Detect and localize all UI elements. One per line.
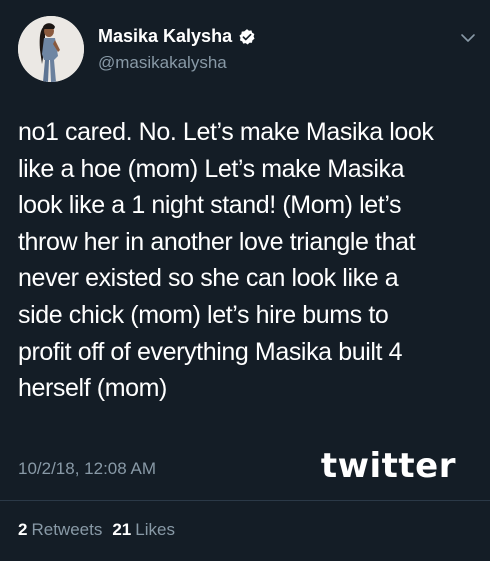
avatar-image (18, 16, 84, 82)
tweet-text-line: herself (mom) (18, 374, 167, 403)
tweet-text-line: profit off of everything Masika built 4 (18, 337, 403, 366)
retweets-label: Retweets (31, 520, 103, 539)
tweet-text: no1 cared. No. Let’s make Masika look li… (18, 114, 480, 407)
chevron-down-icon[interactable] (460, 30, 476, 46)
tweet-text-line: like a hoe (mom) Let’s make Masika (18, 154, 405, 183)
tweet-text-line: look like a 1 night stand! (Mom) let’s (18, 191, 402, 220)
likes-count: 21 (112, 520, 132, 539)
twitter-watermark: twitter (320, 446, 456, 486)
retweets-count: 2 (18, 520, 28, 539)
author-name-row[interactable]: Masika Kalysha (98, 26, 256, 47)
verified-badge-icon (238, 28, 256, 46)
tweet-text-line: never existed so she can look like a (18, 264, 399, 293)
tweet-card: Masika Kalysha @masikakalysha no1 cared.… (0, 0, 490, 561)
likes-stat[interactable]: 21 Likes (112, 520, 175, 540)
tweet-text-line: side chick (mom) let’s hire bums to (18, 300, 389, 329)
tweet-text-line: no1 cared. No. Let’s make Masika look (18, 118, 434, 146)
avatar[interactable] (18, 16, 84, 82)
divider (0, 500, 490, 501)
author-display-name[interactable]: Masika Kalysha (98, 26, 232, 47)
tweet-stats: 2 Retweets 21 Likes (18, 520, 175, 540)
author-handle[interactable]: @masikakalysha (98, 53, 227, 73)
likes-label: Likes (135, 520, 175, 539)
tweet-timestamp[interactable]: 10/2/18, 12:08 AM (18, 459, 156, 479)
tweet-text-line: throw her in another love triangle that (18, 227, 416, 256)
retweets-stat[interactable]: 2 Retweets (18, 520, 102, 540)
